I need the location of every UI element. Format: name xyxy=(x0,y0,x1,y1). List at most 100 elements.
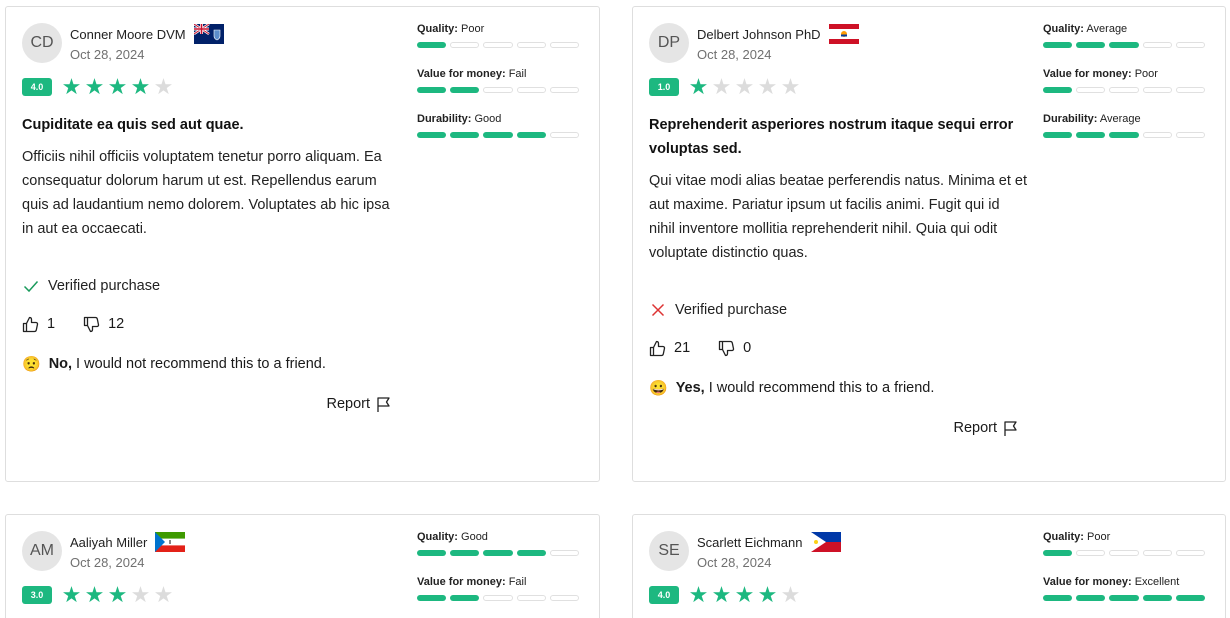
report-label: Report xyxy=(326,396,370,412)
metric-segment-filled xyxy=(1043,595,1073,601)
verified-label: Verified purchase xyxy=(48,278,161,294)
x-mark-icon xyxy=(649,301,667,319)
star-empty-icon: ★ xyxy=(757,74,778,99)
metric-segment-filled xyxy=(1109,42,1139,48)
report-button[interactable]: Report xyxy=(326,393,392,415)
star-filled-icon: ★ xyxy=(107,582,128,607)
metric-quality: Quality: Average xyxy=(1043,23,1209,48)
metric-segment-empty xyxy=(516,87,546,93)
metric-segment-empty xyxy=(549,42,580,48)
star-filled-icon: ★ xyxy=(61,582,82,607)
metric-segment-empty xyxy=(1175,87,1206,93)
metric-segment-filled xyxy=(417,42,447,48)
thumbs-down-button[interactable]: 12 xyxy=(83,316,124,333)
metric-segment-empty xyxy=(549,132,579,138)
metric-value-for-money: Value for money: Poor xyxy=(1043,68,1209,93)
review-title: Reprehenderit asperiores nostrum itaque … xyxy=(649,117,1014,157)
metric-segment-filled xyxy=(450,132,480,138)
upvote-count: 21 xyxy=(674,340,691,356)
metric-segment-filled xyxy=(483,550,513,556)
star-filled-icon: ★ xyxy=(711,582,732,607)
star-rating: ★ ★ ★ ★ ★ xyxy=(60,74,175,99)
recommend-text: I would recommend this to a friend. xyxy=(708,380,935,396)
metric-segment-filled xyxy=(1109,132,1139,138)
verified-label: Verified purchase xyxy=(675,302,788,318)
avatar: AM xyxy=(22,531,62,571)
metric-durability: Durability: Average xyxy=(1043,113,1209,138)
metric-segment-empty xyxy=(1109,87,1139,93)
metric-segment-filled xyxy=(483,132,513,138)
thumbs-up-icon xyxy=(22,316,39,332)
star-filled-icon: ★ xyxy=(757,582,778,607)
star-filled-icon: ★ xyxy=(688,582,709,607)
star-empty-icon: ★ xyxy=(734,74,755,99)
star-empty-icon: ★ xyxy=(780,582,801,607)
happy-face-emoji-icon: 😀 xyxy=(649,380,668,397)
metric-segment-empty xyxy=(1175,42,1205,48)
metric-segment-filled xyxy=(1076,595,1106,601)
star-filled-icon: ★ xyxy=(107,74,128,99)
review-date: Oct 28, 2024 xyxy=(70,47,145,62)
french-polynesia-flag-icon xyxy=(828,24,859,44)
star-rating: ★ ★ ★ ★ ★ xyxy=(687,74,802,99)
metric-segment-empty xyxy=(1142,87,1172,93)
review-date: Oct 28, 2024 xyxy=(697,555,772,570)
metric-durability: Durability: Good xyxy=(417,113,583,138)
star-empty-icon: ★ xyxy=(130,582,151,607)
report-label: Report xyxy=(953,420,997,436)
metric-segment-empty xyxy=(516,595,546,601)
metric-value-for-money: Value for money: Excellent xyxy=(1043,576,1209,601)
verified-purchase: Verified purchase xyxy=(649,299,1029,321)
metric-segment-filled xyxy=(1076,132,1106,138)
metrics-panel: Quality: Poor Value for money: Excellent xyxy=(1043,531,1209,618)
star-filled-icon: ★ xyxy=(61,74,82,99)
reviewer-name: Scarlett Eichmann xyxy=(697,534,803,550)
metric-segment-filled xyxy=(450,550,480,556)
metric-bar-group xyxy=(1043,595,1209,601)
metric-segment-filled xyxy=(1043,132,1073,138)
report-button[interactable]: Report xyxy=(953,417,1019,439)
star-empty-icon: ★ xyxy=(780,74,801,99)
metric-segment-empty xyxy=(450,42,480,48)
thumbs-up-button[interactable]: 1 xyxy=(22,316,55,333)
review-card: CD Conner Moore DVM Oct 28, 2024 4.0 ★ ★ ★… xyxy=(5,6,600,482)
review-body: Officiis nihil officiis voluptatem tenet… xyxy=(22,149,390,237)
metric-segment-empty xyxy=(1142,42,1172,48)
metric-quality: Quality: Poor xyxy=(1043,531,1209,556)
metric-quality: Quality: Poor xyxy=(417,23,583,48)
downvote-count: 0 xyxy=(743,340,752,356)
metric-segment-filled xyxy=(516,550,546,556)
metric-segment-empty xyxy=(1175,132,1205,138)
metric-value-for-money: Value for money: Fail xyxy=(417,68,583,93)
star-filled-icon: ★ xyxy=(688,74,709,99)
metric-bar-group xyxy=(1043,87,1209,93)
metric-bar-group xyxy=(1043,550,1209,556)
metric-segment-filled xyxy=(1043,550,1073,556)
metric-bar-group xyxy=(1043,42,1209,48)
reviewer-name: Aaliyah Miller xyxy=(70,534,148,550)
metric-segment-empty xyxy=(549,595,579,601)
metrics-panel: Quality: Average Value for money: Poor D… xyxy=(1043,23,1209,158)
thumbs-down-button[interactable]: 0 xyxy=(718,340,751,357)
metric-bar-group xyxy=(1043,132,1209,138)
avatar: SE xyxy=(649,531,689,571)
thumbs-up-button[interactable]: 21 xyxy=(649,340,690,357)
flag-icon xyxy=(1004,420,1017,436)
upvote-count: 1 xyxy=(47,316,56,332)
recommend-text: I would not recommend this to a friend. xyxy=(76,356,326,372)
philippines-flag-icon xyxy=(810,532,841,552)
metric-segment-filled xyxy=(516,132,546,138)
metric-bar-group xyxy=(417,87,583,93)
recommendation: 😀 Yes, I would recommend this to a frien… xyxy=(649,377,1029,399)
star-rating: ★ ★ ★ ★ ★ xyxy=(687,582,802,607)
metric-segment-empty xyxy=(1076,87,1106,93)
downvote-count: 12 xyxy=(108,316,125,332)
metric-bar-group xyxy=(417,42,583,48)
review-title: Cupiditate ea quis sed aut quae. xyxy=(22,117,244,133)
metric-segment-filled xyxy=(450,595,480,601)
metric-segment-empty xyxy=(1142,132,1172,138)
equatorial-guinea-flag-icon xyxy=(155,532,186,552)
metric-segment-filled xyxy=(417,595,447,601)
metric-segment-filled xyxy=(450,87,480,93)
metric-segment-filled xyxy=(1142,595,1172,601)
